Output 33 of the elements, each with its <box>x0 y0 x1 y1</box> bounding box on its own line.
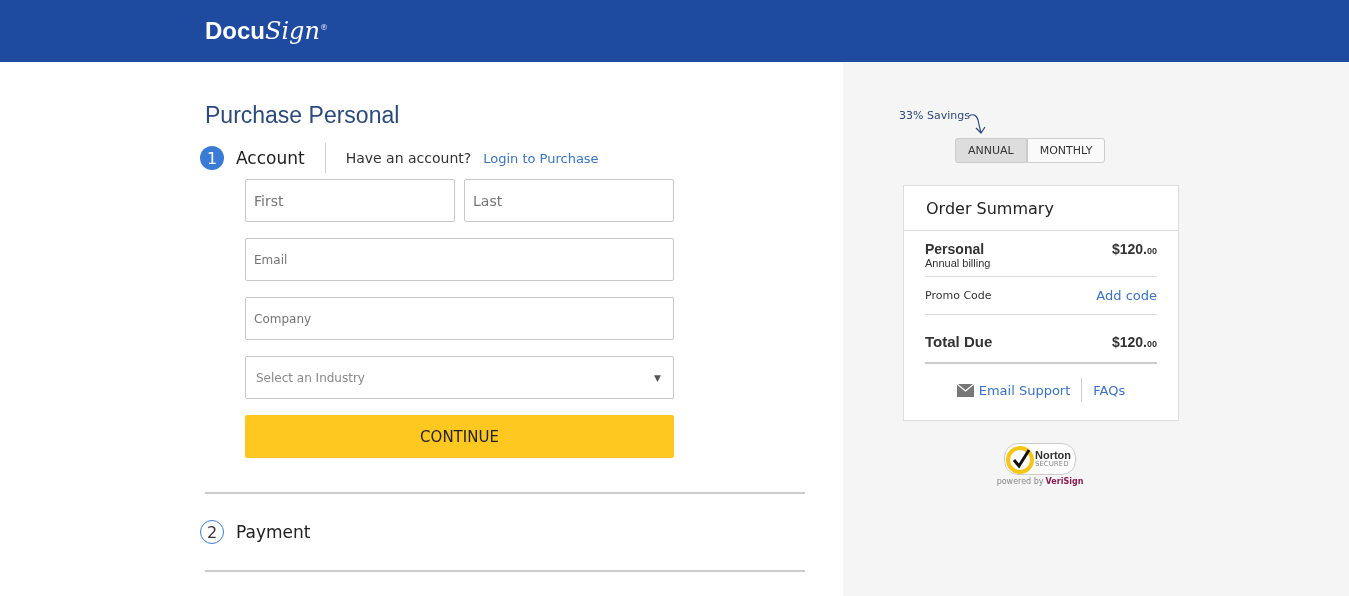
price-cents: 00 <box>1147 338 1157 349</box>
step-number: 1 <box>200 146 224 170</box>
savings-note: 33% Savings <box>899 109 970 122</box>
account-prompt: Have an account? <box>345 150 472 166</box>
promo-label: Promo Code <box>925 289 992 302</box>
price: $120. <box>1111 241 1147 257</box>
first-name-field[interactable]: First <box>245 179 455 222</box>
add-code-link[interactable]: Add code <box>1096 288 1157 303</box>
continue-button[interactable]: CONTINUE <box>245 415 674 458</box>
billing-option[interactable]: ANNUAL <box>955 138 1027 163</box>
login-link[interactable]: Login to Purchase <box>483 150 599 166</box>
last-name-field[interactable]: Last <box>464 179 674 222</box>
company-field[interactable]: Company <box>245 297 674 340</box>
plan-note: Annual billing <box>925 257 991 269</box>
badge-name: Norton <box>1034 450 1071 461</box>
provider-name: VeriSign <box>1045 477 1084 486</box>
page-title: Purchase Personal <box>205 102 401 129</box>
mail-icon <box>956 383 974 397</box>
step-title: Account <box>236 148 305 168</box>
total-label: Total Due <box>925 333 993 350</box>
billing-option[interactable]: MONTHLY <box>1026 138 1106 163</box>
price-cents: 00 <box>1147 246 1157 256</box>
plan-name: Personal <box>925 241 986 257</box>
logo-text[interactable]: Docu <box>205 17 265 44</box>
card-title: Order Summary <box>904 186 1178 231</box>
step-title: Payment <box>236 522 311 542</box>
powered-by-text: powered by <box>996 477 1044 486</box>
total-price: $120. <box>1111 333 1147 350</box>
faqs-link[interactable]: FAQs <box>1093 382 1126 398</box>
email-field[interactable]: Email <box>245 238 674 281</box>
logo-script-text[interactable]: Sign$^{®}$ <box>265 17 328 45</box>
industry-dropdown[interactable]: Select an Industry ▼ <box>245 356 674 399</box>
email-support-link[interactable]: Email Support <box>978 382 1071 398</box>
